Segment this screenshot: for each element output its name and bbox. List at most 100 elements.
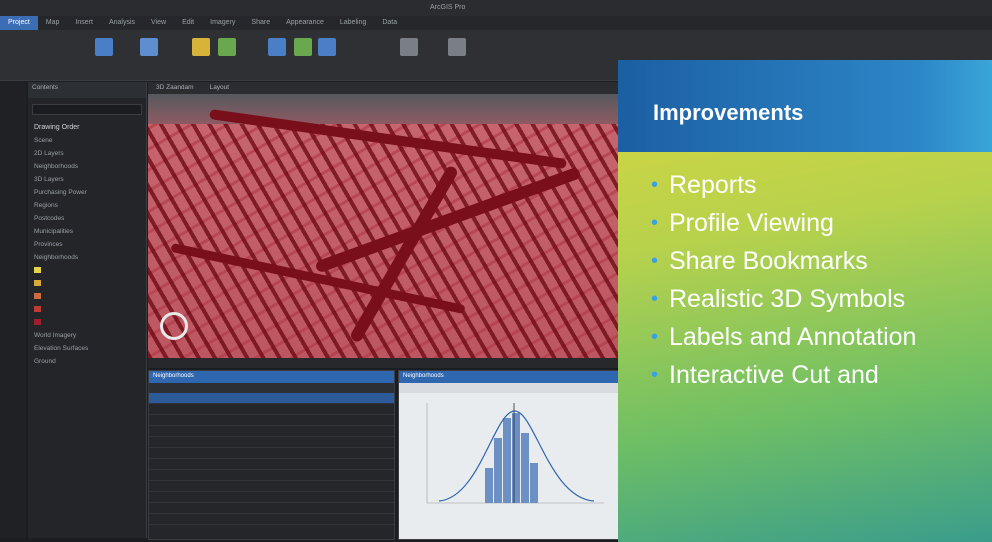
histogram-chart: [426, 403, 604, 504]
table-row[interactable]: [149, 404, 394, 415]
layer-item[interactable]: 3D Layers: [28, 173, 146, 186]
attribute-table-title: Neighborhoods: [149, 371, 394, 383]
bullet-item: • Reports: [651, 172, 992, 199]
layer-label: Neighborhoods: [34, 254, 79, 261]
bullet-list: • Reports • Profile Viewing • Share Bookmarks…: [651, 172, 992, 400]
layer-item[interactable]: 2D Layers: [28, 147, 146, 160]
3d-scene-view[interactable]: [148, 94, 618, 358]
map-tab[interactable]: Layout: [202, 82, 238, 94]
layer-item[interactable]: [28, 277, 146, 290]
add-data-icon[interactable]: [192, 38, 210, 56]
select-by-attributes-icon[interactable]: [294, 38, 312, 56]
layer-label: 2D Layers: [34, 150, 64, 157]
table-row[interactable]: [149, 514, 394, 525]
layer-item[interactable]: [28, 290, 146, 303]
layer-item[interactable]: [28, 264, 146, 277]
bullet-item: • Realistic 3D Symbols: [651, 286, 992, 313]
layer-label: Elevation Surfaces: [34, 345, 89, 352]
histogram-bar: [485, 468, 493, 503]
select-by-location-icon[interactable]: [318, 38, 336, 56]
bullet-text: Interactive Cut and: [669, 361, 879, 389]
select-icon[interactable]: [268, 38, 286, 56]
layer-item[interactable]: Elevation Surfaces: [28, 342, 146, 355]
table-row[interactable]: [149, 503, 394, 514]
navigate-tool-icon[interactable]: [95, 38, 113, 56]
histogram-bar: [530, 463, 538, 503]
ribbon-tab[interactable]: View: [143, 16, 174, 30]
bullet-item: • Interactive Cut and: [651, 362, 992, 389]
contents-search-input[interactable]: [32, 104, 142, 115]
bullet-dot-icon: •: [651, 364, 659, 386]
layer-item[interactable]: Neighborhoods: [28, 160, 146, 173]
slide-header: Improvements: [618, 60, 992, 152]
left-dock-strip: [0, 82, 26, 538]
ribbon-tab[interactable]: Analysis: [101, 16, 143, 30]
layer-item[interactable]: Regions: [28, 199, 146, 212]
table-row[interactable]: [149, 492, 394, 503]
layer-item[interactable]: [28, 316, 146, 329]
road: [170, 242, 466, 315]
contents-pane: Contents Drawing Order Scene 2D Layers Nei…: [28, 82, 147, 538]
table-row[interactable]: [149, 459, 394, 470]
layer-item[interactable]: Purchasing Power: [28, 186, 146, 199]
ribbon-tab[interactable]: Edit: [174, 16, 202, 30]
ribbon-tab[interactable]: Map: [38, 16, 68, 30]
legend-swatch: [34, 306, 41, 313]
histogram-bar: [503, 418, 511, 503]
basemap-icon[interactable]: [218, 38, 236, 56]
bullet-item: • Profile Viewing: [651, 210, 992, 237]
bullet-text: Labels and Annotation: [669, 323, 917, 351]
layer-label: Ground: [34, 358, 56, 365]
bullet-text: Reports: [669, 171, 757, 199]
table-row[interactable]: [149, 415, 394, 426]
ribbon-tab[interactable]: Appearance: [278, 16, 332, 30]
table-row[interactable]: [149, 426, 394, 437]
table-row[interactable]: [149, 470, 394, 481]
table-row[interactable]: [149, 481, 394, 492]
histogram-chart-pane: Neighborhoods: [398, 370, 620, 540]
ribbon-tab[interactable]: Imagery: [202, 16, 243, 30]
bullet-dot-icon: •: [651, 250, 659, 272]
bullet-text: Share Bookmarks: [669, 247, 868, 275]
layer-item[interactable]: Postcodes: [28, 212, 146, 225]
layer-item[interactable]: Scene: [28, 134, 146, 147]
contents-header: Contents: [28, 82, 146, 98]
layer-item[interactable]: Provinces: [28, 238, 146, 251]
window-title: ArcGIS Pro: [430, 4, 466, 11]
layer-item[interactable]: Municipalities: [28, 225, 146, 238]
table-row[interactable]: [149, 448, 394, 459]
map-tab[interactable]: 3D Zaandam: [148, 82, 202, 94]
histogram-bar: [512, 413, 520, 503]
bullet-dot-icon: •: [651, 212, 659, 234]
ribbon-tab[interactable]: Data: [374, 16, 405, 30]
ribbon-tab[interactable]: Project: [0, 16, 38, 30]
bullet-dot-icon: •: [651, 174, 659, 196]
ribbon-tab[interactable]: Share: [243, 16, 278, 30]
ribbon-tab[interactable]: Labeling: [332, 16, 374, 30]
legend-swatch: [34, 267, 41, 274]
layer-label: 3D Layers: [34, 176, 64, 183]
table-row[interactable]: [149, 437, 394, 448]
attribute-table-toolbar: [149, 383, 394, 393]
map-status-bar: [148, 358, 618, 368]
chart-toolbar: [399, 383, 619, 393]
bookmarks-icon[interactable]: [140, 38, 158, 56]
bullet-text: Profile Viewing: [669, 209, 834, 237]
bullet-text: Realistic 3D Symbols: [669, 285, 906, 313]
ribbon-tab[interactable]: Insert: [67, 16, 101, 30]
navigator-control-icon[interactable]: [160, 312, 188, 340]
bullet-item: • Share Bookmarks: [651, 248, 992, 275]
layer-item[interactable]: World Imagery: [28, 329, 146, 342]
table-row[interactable]: [149, 393, 394, 404]
ribbon-tabs: Project Map Insert Analysis View Edit Imagery S…: [0, 16, 992, 30]
infographics-icon[interactable]: [400, 38, 418, 56]
bullet-dot-icon: •: [651, 288, 659, 310]
layer-item[interactable]: Ground: [28, 355, 146, 368]
layer-item[interactable]: Neighborhoods: [28, 251, 146, 264]
layer-label: Provinces: [34, 241, 63, 248]
layer-list: Scene 2D Layers Neighborhoods 3D Layers Purc…: [28, 134, 146, 368]
attribute-table-pane: Neighborhoods: [148, 370, 395, 540]
legend-swatch: [34, 319, 41, 326]
measure-icon[interactable]: [448, 38, 466, 56]
layer-item[interactable]: [28, 303, 146, 316]
